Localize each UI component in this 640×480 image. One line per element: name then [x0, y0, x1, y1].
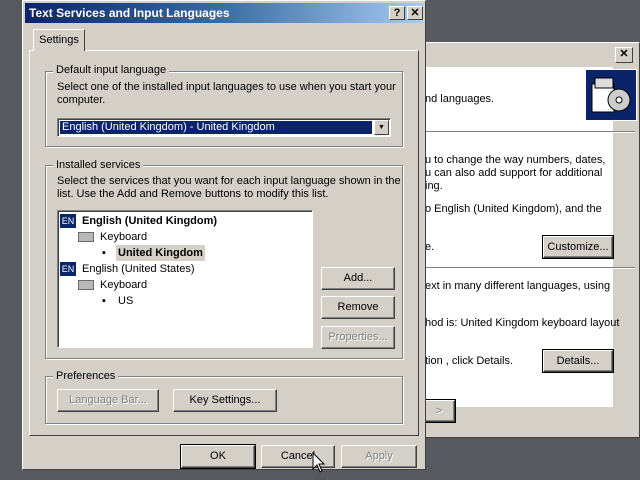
dialog-title: Text Services and Input Languages: [29, 6, 230, 20]
bullet-icon: ▪: [102, 295, 106, 307]
default-language-select[interactable]: English (United Kingdom) - United Kingdo…: [57, 118, 391, 137]
background-partial-button[interactable]: >: [423, 400, 455, 422]
chevron-down-icon[interactable]: ▼: [374, 120, 389, 135]
background-separator: [423, 131, 635, 133]
tree-item-label: United Kingdom: [116, 245, 205, 261]
default-language-value: English (United Kingdom) - United Kingdo…: [60, 121, 372, 134]
installed-services-tree[interactable]: EN English (United Kingdom) Keyboard ▪ U…: [57, 210, 313, 348]
background-separator: [423, 267, 635, 269]
language-bar-button[interactable]: Language Bar...: [57, 389, 159, 412]
background-text: e.: [425, 241, 435, 253]
background-close-button[interactable]: ✕: [615, 47, 633, 63]
close-button[interactable]: ✕: [407, 6, 423, 20]
tab-settings[interactable]: Settings: [33, 29, 85, 51]
tree-item-label: Keyboard: [100, 279, 148, 291]
installed-services-description: Select the services that you want for ea…: [57, 175, 401, 200]
details-button[interactable]: Details...: [543, 350, 613, 372]
help-button[interactable]: ?: [389, 6, 405, 20]
default-language-description: Select one of the installed input langua…: [57, 81, 396, 106]
keyboard-icon: [78, 232, 94, 242]
apply-button[interactable]: Apply: [341, 445, 417, 468]
background-text: hod is: United Kingdom keyboard layout: [425, 317, 620, 329]
background-text: tion , click Details.: [425, 355, 514, 367]
key-settings-button[interactable]: Key Settings...: [173, 389, 277, 412]
background-text: o English (United Kingdom), and the: [425, 203, 602, 215]
background-titlebar: [413, 43, 639, 67]
background-text: u to change the way numbers, dates,: [425, 154, 606, 166]
dialog-titlebar: Text Services and Input Languages ? ✕: [25, 3, 423, 23]
background-text: ing.: [425, 180, 443, 192]
tree-item-label: US: [118, 295, 134, 307]
text-services-dialog: Text Services and Input Languages ? ✕ Se…: [22, 0, 426, 470]
tree-item-label: Keyboard: [100, 231, 148, 243]
background-text: u can also add support for additional: [425, 167, 603, 179]
customize-button[interactable]: Customize...: [543, 236, 613, 258]
language-badge: EN: [60, 214, 76, 228]
bullet-icon: ▪: [102, 247, 106, 259]
language-badge: EN: [60, 262, 76, 276]
ok-button[interactable]: OK: [180, 444, 256, 469]
remove-button[interactable]: Remove: [321, 296, 395, 319]
tree-item-label: English (United States): [82, 263, 195, 275]
regional-options-window: ✕ nd languages. u to change the way numb…: [412, 42, 640, 438]
background-text-languages: nd languages.: [425, 93, 495, 105]
properties-button[interactable]: Properties...: [321, 326, 395, 349]
preferences-legend: Preferences: [53, 370, 119, 382]
regional-options-logo-icon: [585, 69, 637, 121]
installed-services-legend: Installed services: [53, 159, 144, 171]
keyboard-icon: [78, 280, 94, 290]
tree-item-label: English (United Kingdom): [82, 215, 218, 227]
add-button[interactable]: Add...: [321, 267, 395, 290]
background-text: ext in many different languages, using: [425, 280, 611, 292]
mouse-cursor-icon: [312, 451, 326, 474]
default-language-legend: Default input language: [53, 64, 170, 76]
